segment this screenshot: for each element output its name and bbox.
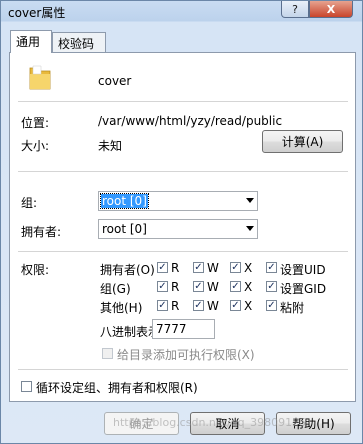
group-exec-checkbox[interactable]: ✓	[230, 281, 241, 292]
permissions-label: 权限:	[21, 263, 50, 277]
sticky-checkbox[interactable]: ✓	[266, 300, 277, 311]
group-select[interactable]: root [0]	[98, 191, 258, 211]
owner-write-checkbox[interactable]: ✓	[193, 262, 204, 273]
tab-general[interactable]: 通用	[10, 30, 52, 53]
location-label: 位置:	[21, 116, 50, 130]
add-exec-label: 给目录添加可执行权限(X)	[117, 348, 255, 362]
setgid-checkbox[interactable]: ✓	[266, 281, 277, 292]
divider	[18, 101, 348, 102]
tab-checksum[interactable]: 校验码	[52, 32, 106, 52]
sticky-label: 粘附	[280, 301, 305, 315]
add-exec-checkbox[interactable]	[102, 348, 113, 359]
size-label: 大小:	[21, 139, 50, 153]
group-read-checkbox[interactable]: ✓	[157, 281, 168, 292]
calculate-button[interactable]: 计算(A)	[262, 130, 343, 153]
owner-read-checkbox[interactable]: ✓	[157, 262, 168, 273]
recursive-checkbox[interactable]	[21, 381, 32, 392]
chevron-down-icon	[246, 226, 254, 231]
owner-value: root [0]	[102, 222, 147, 236]
write-label: W	[207, 299, 219, 313]
owner-exec-checkbox[interactable]: ✓	[230, 262, 241, 273]
divider	[18, 171, 348, 172]
read-label: R	[171, 261, 180, 275]
help-title-button[interactable]: ?	[281, 1, 309, 18]
owner-select[interactable]: root [0]	[98, 219, 258, 239]
title-bar[interactable]: cover属性 ? X	[1, 1, 362, 23]
other-exec-checkbox[interactable]: ✓	[230, 300, 241, 311]
divider	[18, 251, 348, 252]
exec-label: X	[244, 261, 253, 275]
chevron-down-icon	[246, 198, 254, 203]
recursive-label: 循环设定组、拥有者和权限(R)	[36, 381, 198, 395]
close-button[interactable]: X	[309, 1, 353, 18]
read-label: R	[171, 299, 180, 313]
exec-label: X	[244, 299, 253, 313]
exec-label: X	[244, 280, 253, 294]
perm-row-label-other: 其他(H)	[100, 301, 143, 315]
size-value: 未知	[98, 139, 123, 153]
read-label: R	[171, 280, 180, 294]
perm-row-label-owner: 拥有者(O)	[100, 263, 155, 277]
other-read-checkbox[interactable]: ✓	[157, 300, 168, 311]
group-label: 组:	[21, 196, 38, 210]
properties-dialog: cover属性 ? X 通用 校验码 cover 位置: /var/www/ht…	[0, 0, 363, 444]
setuid-label: 设置UID	[280, 263, 326, 277]
write-label: W	[207, 280, 219, 294]
octal-label: 八进制表示	[100, 325, 161, 339]
write-label: W	[207, 261, 219, 275]
other-write-checkbox[interactable]: ✓	[193, 300, 204, 311]
location-value: /var/www/html/yzy/read/public	[98, 114, 283, 128]
setgid-label: 设置GID	[280, 282, 327, 296]
general-panel: cover 位置: /var/www/html/yzy/read/public …	[9, 52, 356, 402]
watermark: https://blog.csdn.net/qq_39809125	[113, 416, 307, 429]
divider	[18, 369, 348, 370]
octal-input[interactable]: 7777	[152, 319, 215, 339]
group-write-checkbox[interactable]: ✓	[193, 281, 204, 292]
file-name: cover	[98, 74, 132, 88]
folder-icon	[29, 65, 51, 90]
owner-label: 拥有者:	[21, 225, 62, 239]
group-value: root [0]	[100, 193, 149, 209]
perm-row-label-group: 组(G)	[100, 282, 131, 296]
window-title: cover属性	[8, 6, 66, 20]
setuid-checkbox[interactable]: ✓	[266, 262, 277, 273]
